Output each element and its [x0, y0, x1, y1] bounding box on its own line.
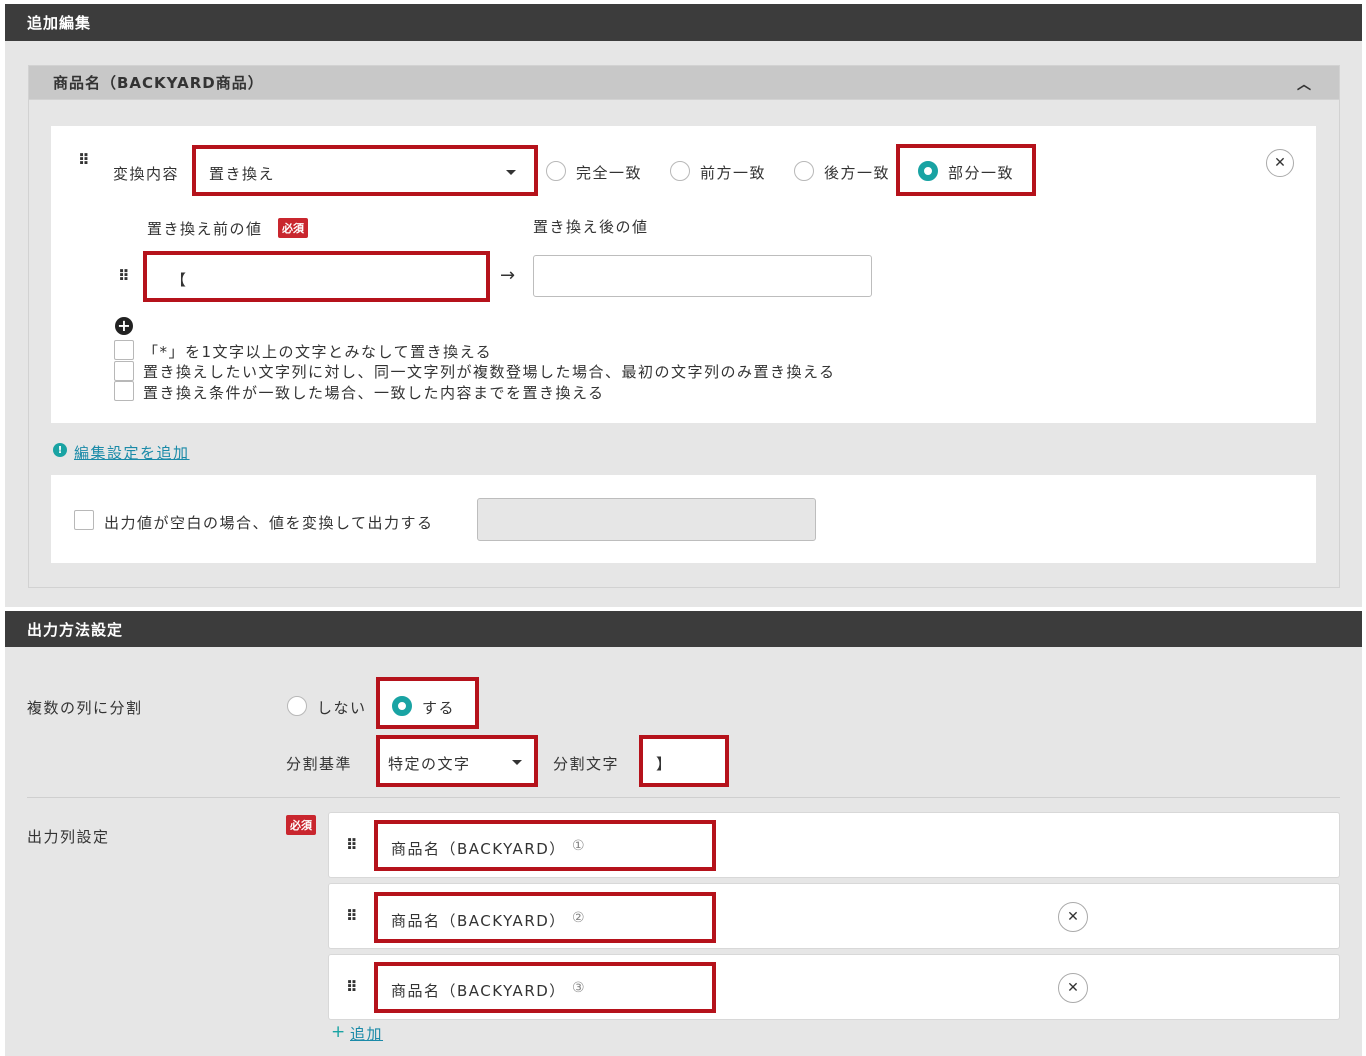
output-column-index: ③	[572, 980, 585, 996]
chevron-up-icon[interactable]: ︿	[1297, 74, 1311, 94]
add-column-link[interactable]: 追加	[350, 1023, 383, 1044]
info-icon: !	[53, 443, 67, 457]
output-column-index: ②	[572, 910, 585, 926]
split-label: 複数の列に分割	[27, 699, 143, 717]
checkbox-empty-output[interactable]	[74, 510, 94, 530]
add-row-icon[interactable]: +	[115, 317, 133, 335]
checkbox-first-only[interactable]	[114, 361, 134, 381]
arrow-right-icon: →	[500, 265, 516, 286]
empty-output-input[interactable]	[477, 498, 816, 541]
remove-column-icon[interactable]: ✕	[1058, 973, 1088, 1003]
split-yes-highlight: する	[376, 677, 479, 729]
checkbox-up-to-match[interactable]	[114, 381, 134, 401]
checkbox-first-only-label: 置き換えしたい文字列に対し、同一文字列が複数登場した場合、最初の文字列のみ置き換…	[143, 363, 836, 381]
drag-handle-icon[interactable]: ⠿	[78, 153, 90, 168]
radio-split-yes[interactable]	[392, 696, 412, 716]
drag-handle-icon[interactable]: ⠿	[118, 269, 130, 284]
output-column-name: 商品名（BACKYARD）	[391, 840, 566, 858]
output-columns-label: 出力列設定	[27, 828, 110, 846]
checkbox-wildcard-label: 「*」を1文字以上の文字とみなして置き換える	[143, 343, 493, 361]
split-char-input[interactable]: 】	[639, 735, 729, 787]
section-header-additional-edit: 追加編集	[5, 4, 1362, 41]
radio-partial-match-label: 部分一致	[948, 164, 1015, 182]
output-column-name: 商品名（BACKYARD）	[391, 912, 566, 930]
remove-column-icon[interactable]: ✕	[1058, 902, 1088, 932]
radio-prefix-match-label: 前方一致	[700, 164, 767, 182]
partial-match-highlight: 部分一致	[896, 144, 1036, 196]
before-value-label: 置き換え前の値	[147, 220, 263, 238]
checkbox-up-to-match-label: 置き換え条件が一致した場合、一致した内容までを置き換える	[143, 384, 605, 402]
conversion-select[interactable]: 置き換え	[192, 145, 538, 196]
required-badge: 必須	[286, 815, 316, 835]
split-basis-label: 分割基準	[286, 755, 353, 773]
section-title: 出力方法設定	[27, 620, 124, 639]
output-column-input[interactable]: 商品名（BACKYARD） ①	[374, 820, 716, 871]
split-basis-value: 特定の文字	[388, 755, 471, 773]
required-badge: 必須	[278, 218, 308, 238]
output-column-index: ①	[572, 838, 585, 854]
radio-split-no-label: しない	[317, 699, 367, 717]
split-char-value: 】	[656, 755, 672, 773]
radio-exact-match-label: 完全一致	[576, 164, 643, 182]
section-header-output-method: 出力方法設定	[5, 611, 1362, 647]
split-basis-select[interactable]: 特定の文字	[376, 735, 538, 787]
panel-header[interactable]: 商品名（BACKYARD商品）	[28, 65, 1340, 100]
checkbox-empty-output-label: 出力値が空白の場合、値を変換して出力する	[104, 514, 434, 532]
drag-handle-icon[interactable]: ⠿	[346, 980, 358, 995]
radio-split-yes-label: する	[422, 699, 456, 717]
radio-split-no[interactable]	[287, 696, 307, 716]
radio-exact-match[interactable]	[546, 161, 566, 181]
checkbox-wildcard[interactable]	[114, 340, 134, 360]
section-title: 追加編集	[27, 14, 92, 32]
caret-down-icon	[512, 760, 522, 765]
conversion-label: 変換内容	[113, 165, 180, 183]
radio-prefix-match[interactable]	[670, 161, 690, 181]
drag-handle-icon[interactable]: ⠿	[346, 909, 358, 924]
close-icon[interactable]: ✕	[1266, 149, 1294, 177]
caret-down-icon	[506, 170, 516, 175]
output-column-name: 商品名（BACKYARD）	[391, 982, 566, 1000]
before-value-text: 【	[171, 271, 187, 289]
before-value-input[interactable]: 【	[143, 251, 490, 302]
drag-handle-icon[interactable]: ⠿	[346, 838, 358, 853]
add-edit-setting-link[interactable]: 編集設定を追加	[74, 442, 190, 463]
after-value-input[interactable]	[533, 255, 872, 297]
split-char-label: 分割文字	[553, 755, 620, 773]
output-column-input[interactable]: 商品名（BACKYARD） ②	[374, 892, 716, 943]
radio-suffix-match-label: 後方一致	[824, 164, 891, 182]
panel-title: 商品名（BACKYARD商品）	[53, 74, 264, 92]
radio-partial-match[interactable]	[918, 161, 938, 181]
divider	[27, 797, 1340, 798]
radio-suffix-match[interactable]	[794, 161, 814, 181]
after-value-label: 置き換え後の値	[533, 218, 649, 236]
conversion-select-value: 置き換え	[209, 165, 276, 183]
output-column-input[interactable]: 商品名（BACKYARD） ③	[374, 962, 716, 1013]
plus-icon[interactable]: +	[331, 1022, 345, 1042]
